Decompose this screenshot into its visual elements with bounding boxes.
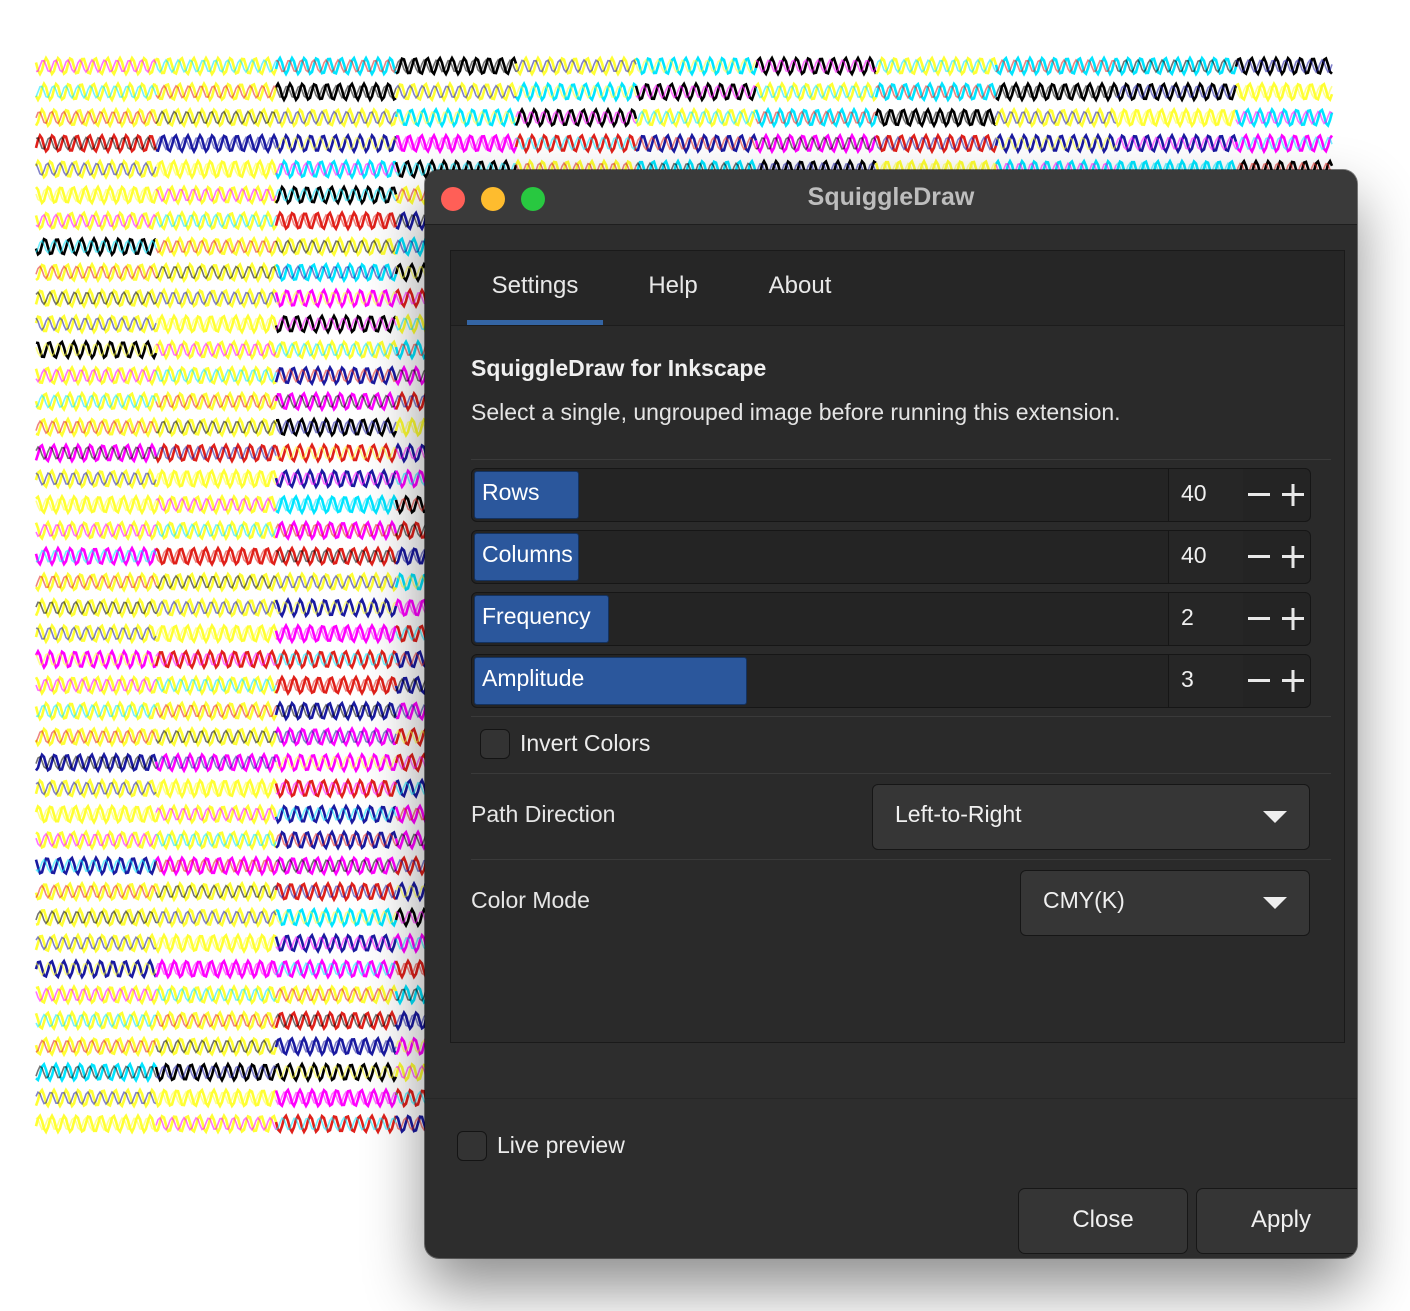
rows-label: Rows xyxy=(482,479,540,505)
color-mode-dropdown[interactable]: CMY(K) xyxy=(1020,870,1310,936)
divider xyxy=(471,459,1331,460)
tab-help[interactable]: Help xyxy=(631,251,715,325)
frequency-decrement-button[interactable] xyxy=(1242,593,1276,645)
frequency-value-field[interactable]: 2 xyxy=(1168,593,1243,645)
minus-icon xyxy=(1248,679,1270,682)
rows-slider[interactable]: Rows 40 xyxy=(471,468,1311,522)
columns-value-field[interactable]: 40 xyxy=(1168,531,1243,583)
divider xyxy=(471,716,1331,717)
live-preview-label[interactable]: Live preview xyxy=(497,1132,625,1159)
path-direction-label: Path Direction xyxy=(471,801,616,827)
invert-colors-label[interactable]: Invert Colors xyxy=(520,730,650,757)
frequency-increment-button[interactable] xyxy=(1276,593,1310,645)
columns-decrement-button[interactable] xyxy=(1242,531,1276,583)
tab-notebook: Settings Help About SquiggleDraw for Ink… xyxy=(450,250,1345,1043)
chevron-down-icon xyxy=(1263,897,1287,909)
settings-description: Select a single, ungrouped image before … xyxy=(471,399,1121,425)
frequency-value: 2 xyxy=(1181,604,1194,630)
plus-icon xyxy=(1282,608,1304,630)
live-preview-checkbox[interactable] xyxy=(457,1131,487,1161)
columns-slider[interactable]: Columns 40 xyxy=(471,530,1311,584)
amplitude-value-field[interactable]: 3 xyxy=(1168,655,1243,707)
rows-increment-button[interactable] xyxy=(1276,469,1310,521)
amplitude-value: 3 xyxy=(1181,666,1194,692)
divider xyxy=(471,859,1331,860)
rows-value-field[interactable]: 40 xyxy=(1168,469,1243,521)
tab-bar: Settings Help About xyxy=(451,251,1344,326)
tab-about[interactable]: About xyxy=(753,251,847,325)
squiggle-segment xyxy=(1234,55,1333,77)
footer-divider xyxy=(425,1098,1357,1099)
plus-icon xyxy=(1282,484,1304,506)
path-direction-dropdown[interactable]: Left-to-Right xyxy=(872,784,1310,850)
color-mode-value: CMY(K) xyxy=(1043,887,1125,913)
frequency-label: Frequency xyxy=(482,603,591,629)
amplitude-increment-button[interactable] xyxy=(1276,655,1310,707)
squiggledraw-dialog: SquiggleDraw Settings Help About Squiggl… xyxy=(425,170,1357,1258)
amplitude-label: Amplitude xyxy=(482,665,585,691)
title-bar[interactable]: SquiggleDraw xyxy=(425,170,1357,225)
chevron-down-icon xyxy=(1263,811,1287,823)
plus-icon xyxy=(1282,546,1304,568)
window-title: SquiggleDraw xyxy=(807,183,975,211)
rows-value: 40 xyxy=(1181,480,1207,506)
apply-button[interactable]: Apply xyxy=(1196,1188,1357,1254)
path-direction-value: Left-to-Right xyxy=(895,801,1022,827)
columns-increment-button[interactable] xyxy=(1276,531,1310,583)
tab-settings[interactable]: Settings xyxy=(467,251,603,325)
minus-icon xyxy=(1248,493,1270,496)
minus-icon xyxy=(1248,617,1270,620)
minus-icon xyxy=(1248,555,1270,558)
rows-decrement-button[interactable] xyxy=(1242,469,1276,521)
squiggle-segment xyxy=(1234,132,1334,155)
frequency-slider[interactable]: Frequency 2 xyxy=(471,592,1311,646)
columns-label: Columns xyxy=(482,541,573,567)
settings-heading: SquiggleDraw for Inkscape xyxy=(471,355,767,381)
columns-value: 40 xyxy=(1181,542,1207,568)
divider xyxy=(471,773,1331,774)
amplitude-decrement-button[interactable] xyxy=(1242,655,1276,707)
color-mode-label: Color Mode xyxy=(471,887,590,913)
close-button[interactable]: Close xyxy=(1018,1188,1188,1254)
plus-icon xyxy=(1282,670,1304,692)
amplitude-slider[interactable]: Amplitude 3 xyxy=(471,654,1311,708)
invert-colors-checkbox[interactable] xyxy=(480,729,510,759)
